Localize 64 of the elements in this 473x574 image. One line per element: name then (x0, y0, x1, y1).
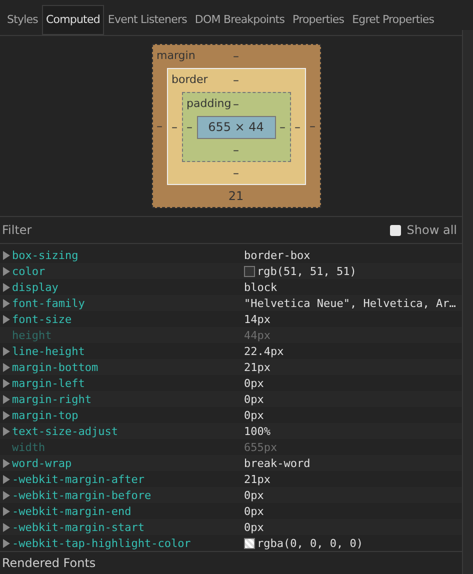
panel-tab[interactable]: Properties (288, 5, 348, 35)
border-label: border (172, 72, 208, 86)
property-name: margin-top (12, 408, 80, 422)
padding-right-value: – (280, 120, 286, 134)
margin-right-value: – (310, 119, 316, 134)
property-name: -webkit-margin-start (12, 520, 146, 534)
panel-tab[interactable]: DOM Breakpoints (190, 5, 289, 35)
property-name: -webkit-margin-after (12, 472, 146, 486)
property-name: font-family (12, 296, 86, 310)
property-value: 21px (244, 360, 270, 374)
property-value: 0px (244, 520, 264, 534)
padding-bottom-value: – (233, 142, 239, 157)
property-value: 0px (244, 504, 264, 518)
property-name: -webkit-tap-highlight-color (12, 536, 192, 550)
property-name: height (12, 328, 53, 342)
margin-label: margin (156, 48, 196, 62)
content-box: 655 × 44 (196, 116, 276, 139)
show-all-checkbox[interactable] (390, 224, 401, 236)
property-name: box-sizing (12, 248, 80, 262)
property-value: 0px (244, 392, 264, 406)
margin-bottom-value: 21 (228, 188, 244, 203)
property-value: 44px (244, 328, 270, 342)
border-right-value: – (294, 120, 300, 134)
property-name: width (12, 440, 46, 454)
property-name: display (12, 280, 60, 294)
section-title[interactable]: Rendered Fonts (0, 551, 462, 574)
panel-tab[interactable]: Egret Properties (348, 5, 438, 35)
property-value: 0px (244, 408, 264, 422)
panel-tab[interactable]: Styles (3, 5, 42, 35)
padding-left-value: – (186, 120, 192, 134)
property-value: block (244, 280, 278, 294)
border-bottom-value: – (233, 166, 239, 180)
property-value: 0px (244, 376, 264, 390)
property-value: 14px (244, 312, 270, 326)
margin-left-value: – (156, 119, 162, 134)
panel-tab[interactable]: Event Listeners (104, 5, 191, 35)
property-name: margin-left (12, 376, 86, 390)
property-name: -webkit-margin-end (12, 504, 132, 518)
property-value: rgba(0, 0, 0, 0) (257, 536, 363, 550)
property-value: 655px (244, 440, 278, 454)
property-name: font-size (12, 312, 73, 326)
property-value: 22.4px (244, 344, 284, 358)
border-top-value: – (233, 73, 239, 88)
property-value: break-word (244, 456, 310, 470)
property-name: line-height (12, 344, 86, 358)
border-left-value: – (172, 120, 178, 134)
property-value: 0px (244, 488, 264, 502)
property-name: text-size-adjust (12, 424, 119, 438)
padding-top-value: – (233, 97, 239, 112)
property-value: rgb(51, 51, 51) (257, 264, 356, 278)
property-value: border-box (244, 248, 310, 262)
property-name: -webkit-margin-before (12, 488, 152, 502)
filter-field[interactable]: Filter (0, 223, 390, 238)
property-value: "Helvetica Neue", Helvetica, Ar… (244, 296, 456, 310)
property-name: margin-right (12, 392, 92, 406)
property-name: word-wrap (12, 456, 73, 470)
show-all-label[interactable]: Show all (406, 223, 457, 238)
property-value: 21px (244, 472, 270, 486)
margin-top-value: – (233, 49, 239, 64)
property-name: color (12, 264, 46, 278)
padding-label: padding (186, 96, 232, 110)
property-name: margin-bottom (12, 360, 100, 374)
property-value: 100% (244, 424, 270, 438)
panel-tab[interactable]: Computed (42, 5, 104, 35)
